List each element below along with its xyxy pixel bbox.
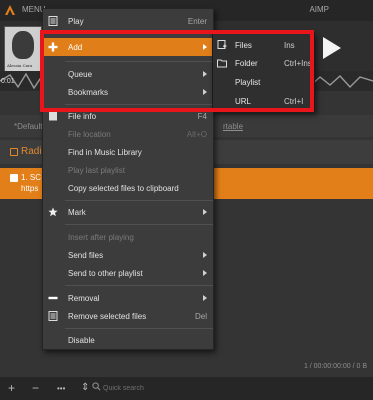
remove-button[interactable]: − xyxy=(32,381,39,395)
submenu-arrow-icon xyxy=(203,270,207,276)
cover-art xyxy=(12,31,34,59)
group-title: Radi xyxy=(21,146,42,157)
divider xyxy=(65,200,213,201)
menu-shortcut: Alt+O xyxy=(186,130,207,139)
menu-label: File location xyxy=(68,130,111,139)
track-checkbox[interactable] xyxy=(10,174,18,182)
menu-label: Copy selected files to clipboard xyxy=(68,184,179,193)
menu-label: Play last playlist xyxy=(68,166,125,175)
add-button[interactable]: + xyxy=(8,381,15,395)
menu-item-send-other[interactable]: Send to other playlist xyxy=(43,264,213,282)
group-checkbox[interactable] xyxy=(10,148,18,156)
more-button[interactable]: ••• xyxy=(57,382,65,396)
sort-button[interactable]: ⇕ xyxy=(81,381,89,395)
menu-item-disable[interactable]: Disable xyxy=(43,331,213,349)
menu-label: Disable xyxy=(68,336,95,345)
remove-files-icon xyxy=(48,311,58,321)
menu-item-send-files[interactable]: Send files xyxy=(43,246,213,264)
divider xyxy=(65,285,213,286)
submenu-arrow-icon xyxy=(203,209,207,215)
elapsed-time: 0:01 xyxy=(1,78,15,85)
menu-shortcut: F4 xyxy=(197,112,207,121)
menu-label: Remove selected files xyxy=(68,312,147,321)
menu-shortcut: Del xyxy=(194,312,207,321)
menu-label: File info xyxy=(68,112,97,121)
menu-label: Send to other playlist xyxy=(68,269,143,278)
album-cover: Alessia Cara xyxy=(4,26,42,72)
menu-item-remove-selected[interactable]: Remove selected files Del xyxy=(43,307,213,325)
menu-label: Play xyxy=(68,17,84,26)
submenu-arrow-icon xyxy=(203,295,207,301)
quick-search-input[interactable] xyxy=(103,382,303,394)
menu-item-play[interactable]: Play Enter xyxy=(43,12,213,30)
submenu-arrow-icon xyxy=(203,252,207,258)
menu-item-insert-after[interactable]: Insert after playing xyxy=(43,228,213,246)
divider xyxy=(65,224,213,225)
file-info-icon xyxy=(49,111,57,121)
cover-caption: Alessia Cara xyxy=(7,63,33,68)
aimp-window: MENU AIMP Alessia Cara 0:01 *Default rta… xyxy=(0,0,373,400)
track-title: 1. SC xyxy=(21,173,42,182)
menu-item-play-last[interactable]: Play last playlist xyxy=(43,161,213,179)
track-url: https xyxy=(21,184,39,193)
menu-label: Send files xyxy=(68,251,104,260)
menu-item-copy-clipboard[interactable]: Copy selected files to clipboard xyxy=(43,179,213,197)
menu-item-mark[interactable]: Mark xyxy=(43,203,213,221)
tab-default[interactable]: *Default xyxy=(14,122,42,131)
menu-shortcut: Enter xyxy=(187,17,207,26)
play-icon[interactable] xyxy=(323,37,341,59)
logo-icon[interactable] xyxy=(4,4,16,16)
menu-label: Mark xyxy=(68,208,86,217)
divider xyxy=(65,328,213,329)
menu-item-file-location[interactable]: File location Alt+O xyxy=(43,125,213,143)
mark-star-icon xyxy=(48,207,58,217)
app-brand: AIMP xyxy=(309,5,329,14)
playlist-status: 1 / 00:00:00:00 / 0 B xyxy=(303,363,367,370)
menu-item-find-library[interactable]: Find in Music Library xyxy=(43,143,213,161)
tab-link[interactable]: rtable xyxy=(223,122,243,131)
play-file-icon xyxy=(48,16,58,26)
removal-minus-icon xyxy=(48,296,58,300)
search-icon xyxy=(92,382,101,391)
menu-label: Insert after playing xyxy=(68,233,134,242)
menu-label: Find in Music Library xyxy=(68,148,142,157)
highlight-annotation-box xyxy=(40,30,314,112)
menu-label: Removal xyxy=(68,294,100,303)
menu-item-removal[interactable]: Removal xyxy=(43,289,213,307)
